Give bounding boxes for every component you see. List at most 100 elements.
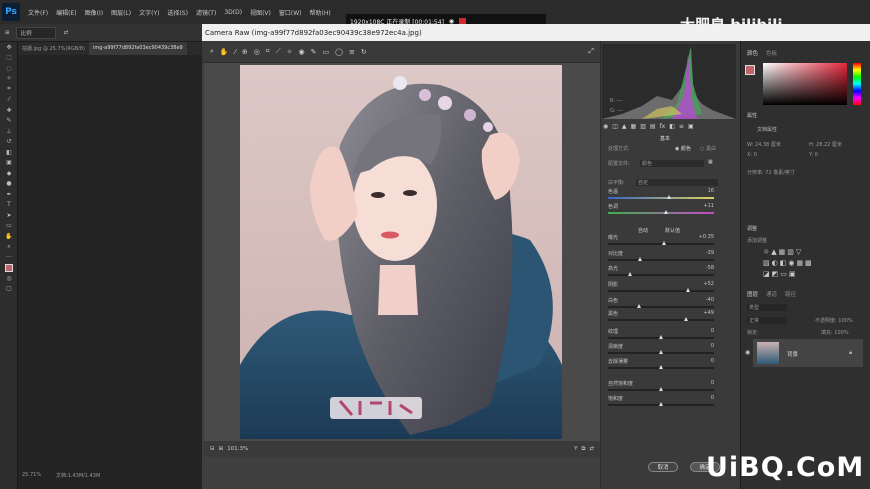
menu-edit[interactable]: 编辑(E)	[56, 8, 76, 17]
snapshots-icon[interactable]: ▣	[688, 123, 694, 132]
path-select-icon[interactable]: ➤	[0, 210, 18, 221]
zoom-level[interactable]: 101.3%	[227, 446, 248, 452]
zoom-icon[interactable]: ⌕	[210, 47, 214, 56]
slider-value[interactable]: 0	[711, 358, 714, 364]
move-tool-icon[interactable]: ✥	[0, 42, 18, 53]
graduated-filter-icon[interactable]: ▭	[323, 48, 330, 56]
color-tab[interactable]: 颜色	[747, 49, 758, 57]
hue-slider[interactable]	[853, 63, 861, 105]
slider-value[interactable]: 16	[708, 188, 714, 194]
white-balance-icon[interactable]: ⁄	[235, 48, 236, 56]
hsl-icon[interactable]: ▦	[631, 123, 637, 132]
adjust-brush-icon[interactable]: ✎	[311, 48, 317, 56]
treatment-bw-radio[interactable]: ○ 黑白	[700, 145, 716, 152]
menu-view[interactable]: 视图(V)	[250, 8, 271, 17]
slider-thumb[interactable]	[666, 195, 671, 199]
slider-thumb[interactable]	[658, 350, 663, 354]
menu-type[interactable]: 文字(Y)	[139, 8, 159, 17]
menu-select[interactable]: 选择(S)	[167, 8, 188, 17]
slider-thumb[interactable]	[661, 241, 666, 245]
slider-row[interactable]: 白色 -40	[608, 297, 720, 311]
compare-y-icon[interactable]: Y	[574, 446, 577, 452]
type-tool-icon[interactable]: T	[0, 200, 18, 211]
channels-tab[interactable]: 通道	[766, 290, 777, 298]
slider-row[interactable]: 色调 +11	[608, 203, 720, 217]
swap-view-icon[interactable]: ⇄	[589, 446, 594, 452]
cancel-button[interactable]: 取消	[648, 462, 678, 472]
hand-tool-icon[interactable]: ✋	[0, 231, 18, 242]
paths-tab[interactable]: 路径	[785, 290, 796, 298]
layer-name[interactable]: 背景	[787, 350, 798, 358]
slider-row[interactable]: 纹理 0	[608, 328, 720, 342]
tone-curve-icon[interactable]: ◫	[612, 123, 618, 132]
slider-row[interactable]: 黑色 +49	[608, 310, 720, 324]
red-eye-icon[interactable]: ◉	[299, 48, 305, 56]
eyedropper-icon[interactable]: ⁄	[0, 95, 18, 106]
fill-field[interactable]: 填充: 100%	[821, 329, 849, 336]
white-balance-select[interactable]: 自定	[636, 179, 718, 186]
slider-thumb[interactable]	[658, 402, 663, 406]
crop-tool-icon[interactable]: ⊞	[5, 30, 10, 36]
basic-tab-icon[interactable]: ◉	[603, 123, 608, 132]
healing-brush-icon[interactable]: ✚	[0, 105, 18, 116]
rectangle-tool-icon[interactable]: ▭	[0, 221, 18, 232]
slider-track[interactable]	[608, 197, 714, 199]
more-tools-icon[interactable]: ···	[0, 252, 18, 263]
marquee-tool-icon[interactable]: ⬚	[0, 53, 18, 64]
slider-track[interactable]	[608, 274, 714, 276]
slider-value[interactable]: +52	[703, 281, 714, 287]
menu-image[interactable]: 图像(I)	[85, 8, 103, 17]
rotate-icon[interactable]: ↻	[361, 48, 367, 56]
slider-thumb[interactable]	[683, 317, 688, 321]
slider-row[interactable]: 高光 -58	[608, 265, 720, 279]
slider-value[interactable]: 0	[711, 328, 714, 334]
foreground-swatch[interactable]	[745, 65, 755, 75]
opacity-field[interactable]: 不透明度: 100%	[815, 317, 853, 324]
lens-icon[interactable]: ▤	[650, 123, 656, 132]
slider-row[interactable]: 对比度 -39	[608, 250, 720, 264]
menu-layer[interactable]: 图层(L)	[111, 8, 131, 17]
slider-thumb[interactable]	[686, 288, 691, 292]
crop-tool-icon[interactable]: ⌗	[266, 47, 270, 56]
slider-value[interactable]: 0	[711, 395, 714, 401]
pen-icon[interactable]: ✒	[0, 189, 18, 200]
hand-icon[interactable]: ✋	[220, 48, 229, 56]
swap-icon[interactable]: ⇄	[64, 30, 69, 36]
open-preferences-icon[interactable]: ⤢	[588, 47, 594, 56]
dodge-icon[interactable]: ●	[0, 179, 18, 190]
menu-file[interactable]: 文件(F)	[28, 8, 48, 17]
slider-track[interactable]	[608, 212, 714, 214]
auto-link[interactable]: 自动	[638, 227, 648, 234]
visibility-eye-icon[interactable]: ◉	[745, 349, 750, 356]
zoom-out-icon[interactable]: ⊟	[210, 446, 215, 452]
magic-wand-icon[interactable]: ✧	[0, 74, 18, 85]
slider-track[interactable]	[608, 259, 714, 261]
slider-row[interactable]: 阴影 +52	[608, 281, 720, 295]
clone-stamp-icon[interactable]: ⊥	[0, 126, 18, 137]
slider-track[interactable]	[608, 306, 714, 308]
slider-thumb[interactable]	[637, 304, 642, 308]
default-link[interactable]: 默认值	[665, 227, 680, 234]
treatment-color-radio[interactable]: ◉ 颜色	[675, 145, 691, 152]
slider-thumb[interactable]	[663, 210, 668, 214]
ratio-select[interactable]: 比例	[15, 26, 56, 39]
layer-filter-select[interactable]: 类型	[747, 304, 787, 311]
doc-tab-2[interactable]: img-a99f77d892fa03ec90439c38e9	[88, 42, 187, 55]
slider-track[interactable]	[608, 290, 714, 292]
slider-row[interactable]: 清晰度 0	[608, 343, 720, 357]
eraser-icon[interactable]: ◧	[0, 147, 18, 158]
slider-value[interactable]: +0.35	[699, 234, 714, 240]
swatches-tab[interactable]: 色板	[766, 49, 777, 57]
doc-tab-1[interactable]: 拍摄.jpg @ 25.7%(RGB/8)	[18, 42, 89, 55]
slider-value[interactable]: +49	[703, 310, 714, 316]
menu-help[interactable]: 帮助(H)	[310, 8, 331, 17]
quick-mask-icon[interactable]: ◎	[0, 273, 18, 284]
color-sampler-icon[interactable]: ⊕	[242, 48, 248, 56]
radial-filter-icon[interactable]: ◯	[335, 48, 343, 56]
profile-select[interactable]: 颜色	[640, 160, 704, 167]
adjustment-icons[interactable]: ☼▲▦▥▽ ▨◐◧◉▦▩ ◪◩▭▣	[763, 247, 843, 280]
presets-tab-icon[interactable]: ≡	[679, 123, 684, 132]
slider-thumb[interactable]	[658, 335, 663, 339]
slider-row[interactable]: 去除薄雾 0	[608, 358, 720, 372]
detail-icon[interactable]: ▲	[622, 123, 627, 132]
